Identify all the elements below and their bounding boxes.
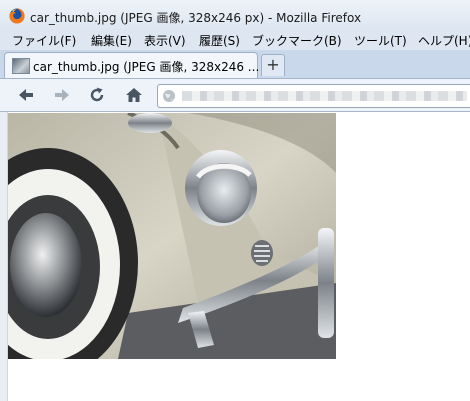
menu-tools[interactable]: ツール(T) [354, 32, 407, 49]
back-arrow-icon[interactable] [16, 85, 36, 105]
reload-icon[interactable] [87, 85, 107, 105]
menu-file[interactable]: ファイル(F) [12, 32, 76, 49]
url-bar[interactable] [157, 84, 470, 108]
menu-help[interactable]: ヘルプ(H) [418, 32, 470, 49]
menu-edit[interactable]: 編集(E) [91, 32, 132, 49]
tab-strip: car_thumb.jpg (JPEG 画像, 328x246 ... + [0, 50, 470, 79]
title-bar: car_thumb.jpg (JPEG 画像, 328x246 px) - Mo… [0, 0, 470, 30]
firefox-logo-icon [9, 8, 25, 24]
url-blurred [182, 91, 467, 101]
menu-view[interactable]: 表示(V) [144, 32, 186, 49]
home-icon[interactable] [124, 85, 144, 105]
forward-arrow-icon[interactable] [52, 85, 72, 105]
image-favicon-icon [12, 58, 30, 74]
menu-bookmarks[interactable]: ブックマーク(B) [252, 32, 342, 49]
globe-icon [163, 90, 175, 102]
navigation-toolbar [0, 79, 470, 112]
menu-history[interactable]: 履歴(S) [199, 32, 240, 49]
sidebar-edge [0, 112, 8, 401]
tab-label: car_thumb.jpg (JPEG 画像, 328x246 ... [33, 60, 260, 74]
window-title: car_thumb.jpg (JPEG 画像, 328x246 px) - Mo… [30, 11, 362, 25]
menu-bar: ファイル(F) 編集(E) 表示(V) 履歴(S) ブックマーク(B) ツール(… [0, 30, 470, 50]
car-photo [8, 113, 336, 359]
tab-car-thumb[interactable]: car_thumb.jpg (JPEG 画像, 328x246 ... [4, 52, 260, 78]
new-tab-button[interactable]: + [261, 54, 285, 76]
